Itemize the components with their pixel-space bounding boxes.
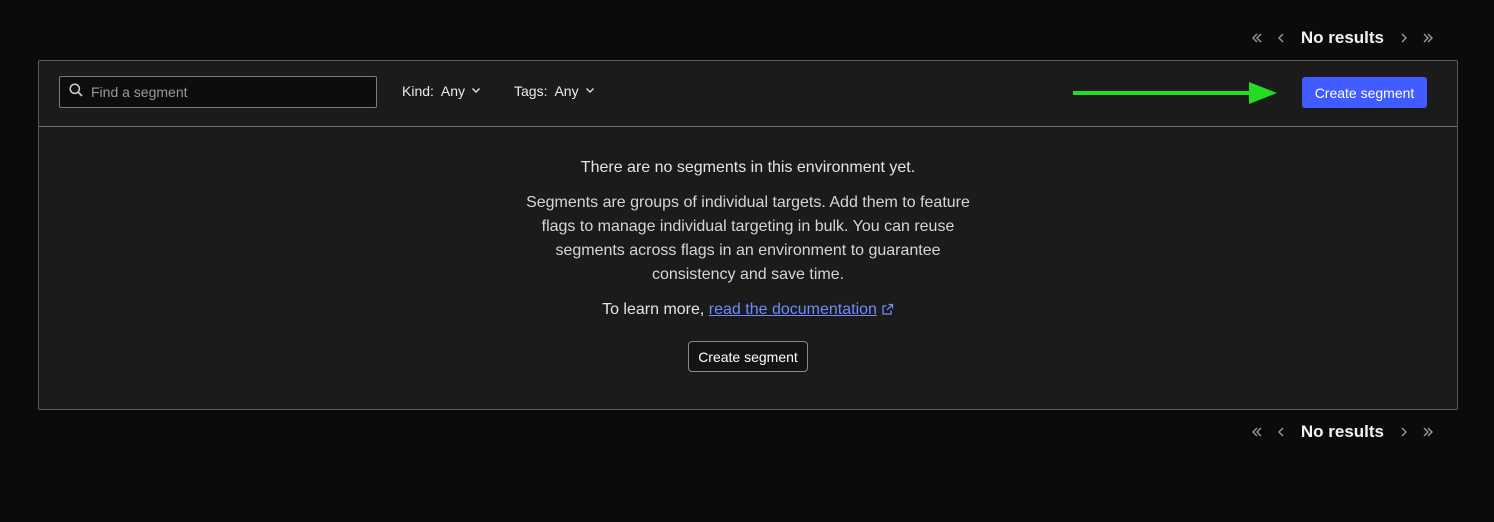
- kind-filter-value: Any: [440, 83, 466, 99]
- chevron-down-icon: [584, 83, 596, 99]
- search-icon: [69, 82, 83, 102]
- empty-state-create-segment-button[interactable]: Create segment: [688, 341, 808, 372]
- pagination-bottom: No results: [1249, 420, 1436, 444]
- first-page-icon[interactable]: [1249, 422, 1265, 442]
- create-segment-button[interactable]: Create segment: [1302, 77, 1427, 108]
- previous-page-icon[interactable]: [1273, 422, 1289, 442]
- learn-more-prefix: To learn more,: [602, 301, 709, 318]
- chevron-down-icon: [470, 83, 482, 99]
- empty-state-description: Segments are groups of individual target…: [526, 194, 970, 283]
- last-page-icon[interactable]: [1420, 28, 1436, 48]
- annotation-arrow: [1073, 81, 1279, 110]
- next-page-icon[interactable]: [1396, 422, 1412, 442]
- pagination-status: No results: [1300, 28, 1384, 47]
- search-box[interactable]: [59, 76, 377, 108]
- external-link-icon: [881, 303, 894, 320]
- empty-state-headline: There are no segments in this environmen…: [580, 159, 916, 176]
- learn-more-text: To learn more, read the documentation: [39, 301, 1457, 321]
- search-input[interactable]: [89, 83, 363, 101]
- tags-filter[interactable]: Tags: Any: [514, 83, 596, 99]
- pagination-status: No results: [1300, 422, 1384, 441]
- kind-filter[interactable]: Kind: Any: [402, 83, 482, 99]
- last-page-icon[interactable]: [1420, 422, 1436, 442]
- kind-filter-label: Kind:: [402, 83, 434, 99]
- previous-page-icon[interactable]: [1273, 28, 1289, 48]
- tags-filter-label: Tags:: [514, 83, 548, 99]
- documentation-link[interactable]: read the documentation: [709, 301, 877, 318]
- first-page-icon[interactable]: [1249, 28, 1265, 48]
- segments-toolbar: Kind: Any Tags: Any Create segment: [39, 61, 1457, 127]
- next-page-icon[interactable]: [1396, 28, 1412, 48]
- empty-state: There are no segments in this environmen…: [39, 127, 1457, 372]
- pagination-top: No results: [1249, 26, 1436, 50]
- tags-filter-value: Any: [554, 83, 579, 99]
- segments-panel: Kind: Any Tags: Any Create segment There…: [38, 60, 1458, 410]
